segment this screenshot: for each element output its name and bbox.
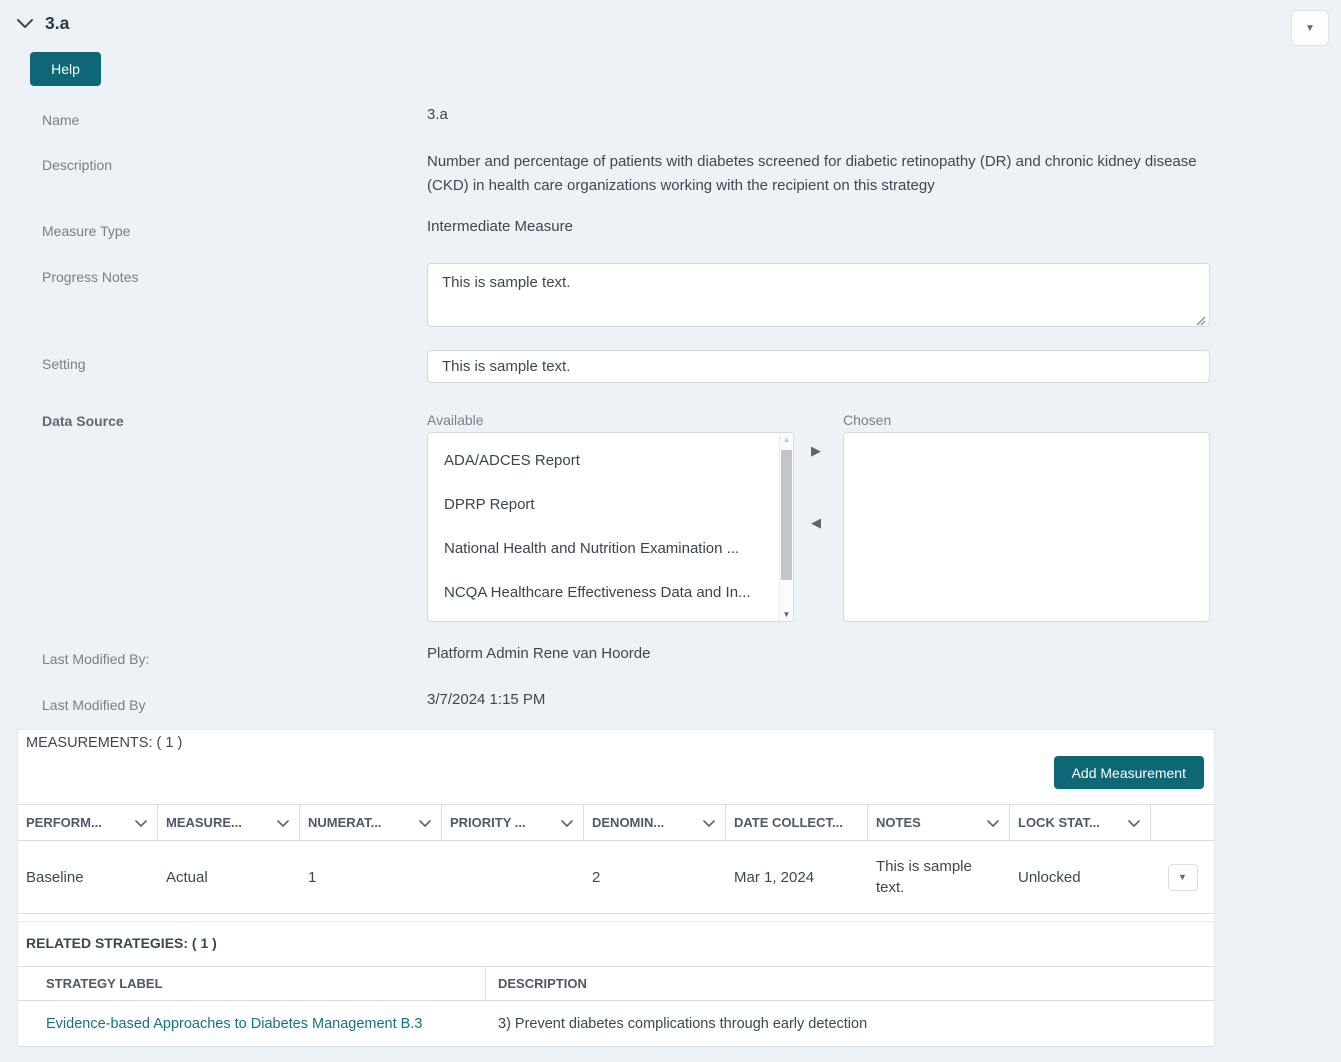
related-strategies-title: RELATED STRATEGIES: ( 1 )	[26, 935, 217, 951]
section-divider	[18, 921, 1214, 922]
column-header-numerator[interactable]: NUMERAT...	[300, 805, 442, 840]
resize-handle-icon[interactable]	[1196, 313, 1206, 326]
help-button[interactable]: Help	[30, 52, 101, 86]
progress-notes-textarea[interactable]: This is sample text.	[427, 263, 1210, 327]
measurements-title: MEASUREMENTS: ( 1 )	[26, 735, 183, 751]
scroll-up-icon[interactable]: ▲	[780, 435, 793, 444]
progress-notes-value: This is sample text.	[442, 274, 571, 291]
setting-input[interactable]: This is sample text.	[427, 350, 1210, 383]
measure-type-value: Intermediate Measure	[427, 218, 573, 235]
column-header-actions	[1151, 805, 1214, 840]
row-actions-button[interactable]: ▼	[1167, 863, 1198, 891]
strategy-description: 3) Prevent diabetes complications throug…	[498, 1015, 868, 1032]
column-header-description: DESCRIPTION	[498, 976, 587, 991]
cell-denominator: 2	[592, 868, 601, 886]
move-left-arrow-icon[interactable]: ◀	[811, 515, 821, 531]
column-header-notes[interactable]: NOTES	[868, 805, 1010, 840]
scroll-down-icon[interactable]: ▼	[780, 610, 793, 619]
last-modified-date-value: 3/7/2024 1:15 PM	[427, 691, 546, 708]
chevron-down-icon[interactable]	[1128, 815, 1140, 830]
name-value: 3.a	[427, 106, 448, 123]
section-menu-button[interactable]: ▼	[1291, 10, 1329, 46]
available-item[interactable]: NCQA Healthcare Effectiveness Data and I…	[428, 571, 793, 615]
description-value: Number and percentage of patients with d…	[427, 153, 1197, 194]
column-header-denominator[interactable]: DENOMIN...	[584, 805, 726, 840]
description-label: Description	[42, 157, 113, 173]
available-item[interactable]: National Health and Nutrition Examinatio…	[428, 527, 793, 571]
add-measurement-button[interactable]: Add Measurement	[1053, 756, 1204, 789]
cell-numerator: 1	[308, 868, 317, 886]
cell-notes: This is sample text.	[876, 858, 972, 896]
cell-priority	[442, 869, 584, 885]
collapse-chevron-icon[interactable]	[16, 17, 34, 29]
measure-type-label: Measure Type	[42, 223, 131, 239]
caret-down-icon: ▼	[1178, 871, 1187, 882]
cell-measure: Actual	[166, 868, 208, 886]
measurements-table-header: PERFORM... MEASURE... NUMERAT... PRIORIT…	[18, 804, 1214, 841]
move-right-arrow-icon[interactable]: ▶	[811, 443, 821, 459]
chevron-down-icon[interactable]	[135, 815, 147, 830]
available-listbox[interactable]: ADA/ADCES Report DPRP Report National He…	[427, 432, 794, 622]
available-label: Available	[427, 412, 484, 428]
chosen-label: Chosen	[843, 412, 892, 428]
chosen-listbox[interactable]	[843, 432, 1210, 622]
column-header-lock-status[interactable]: LOCK STAT...	[1010, 805, 1151, 840]
progress-notes-label: Progress Notes	[42, 269, 139, 285]
column-header-strategy-label: STRATEGY LABEL	[18, 967, 486, 1000]
page-title: 3.a	[45, 13, 70, 33]
cell-performance: Baseline	[26, 868, 84, 886]
cell-lock-status: Unlocked	[1018, 868, 1081, 886]
chevron-down-icon[interactable]	[703, 815, 715, 830]
related-strategy-row[interactable]: Evidence-based Approaches to Diabetes Ma…	[18, 1001, 1214, 1047]
strategy-link[interactable]: Evidence-based Approaches to Diabetes Ma…	[46, 1016, 422, 1032]
last-modified-date-label: Last Modified By	[42, 697, 146, 713]
chevron-down-icon[interactable]	[277, 815, 289, 830]
cell-date-collected: Mar 1, 2024	[734, 868, 815, 886]
available-scrollbar[interactable]: ▲ ▼	[779, 433, 793, 621]
available-item[interactable]: DPRP Report	[428, 483, 793, 527]
available-item[interactable]: ADA/ADCES Report	[428, 439, 793, 483]
chevron-down-icon[interactable]	[987, 815, 999, 830]
column-header-performance[interactable]: PERFORM...	[18, 805, 158, 840]
related-strategies-table-header: STRATEGY LABEL DESCRIPTION	[18, 966, 1214, 1001]
measurement-row[interactable]: Baseline Actual 1 2 Mar 1, 2024 This is …	[18, 841, 1214, 914]
chevron-down-icon[interactable]	[419, 815, 431, 830]
last-modified-by-value: Platform Admin Rene van Hoorde	[427, 645, 651, 662]
setting-label: Setting	[42, 356, 86, 372]
last-modified-by-label: Last Modified By:	[42, 651, 150, 667]
caret-down-icon: ▼	[1305, 22, 1315, 34]
column-header-date-collected[interactable]: DATE COLLECT...	[726, 805, 868, 840]
name-label: Name	[42, 112, 80, 128]
scrollbar-thumb[interactable]	[781, 450, 792, 580]
chevron-down-icon[interactable]	[561, 815, 573, 830]
column-header-priority[interactable]: PRIORITY ...	[442, 805, 584, 840]
data-source-label: Data Source	[42, 413, 124, 429]
measurements-panel: MEASUREMENTS: ( 1 ) Add Measurement PERF…	[17, 729, 1215, 1047]
column-header-measure[interactable]: MEASURE...	[158, 805, 300, 840]
